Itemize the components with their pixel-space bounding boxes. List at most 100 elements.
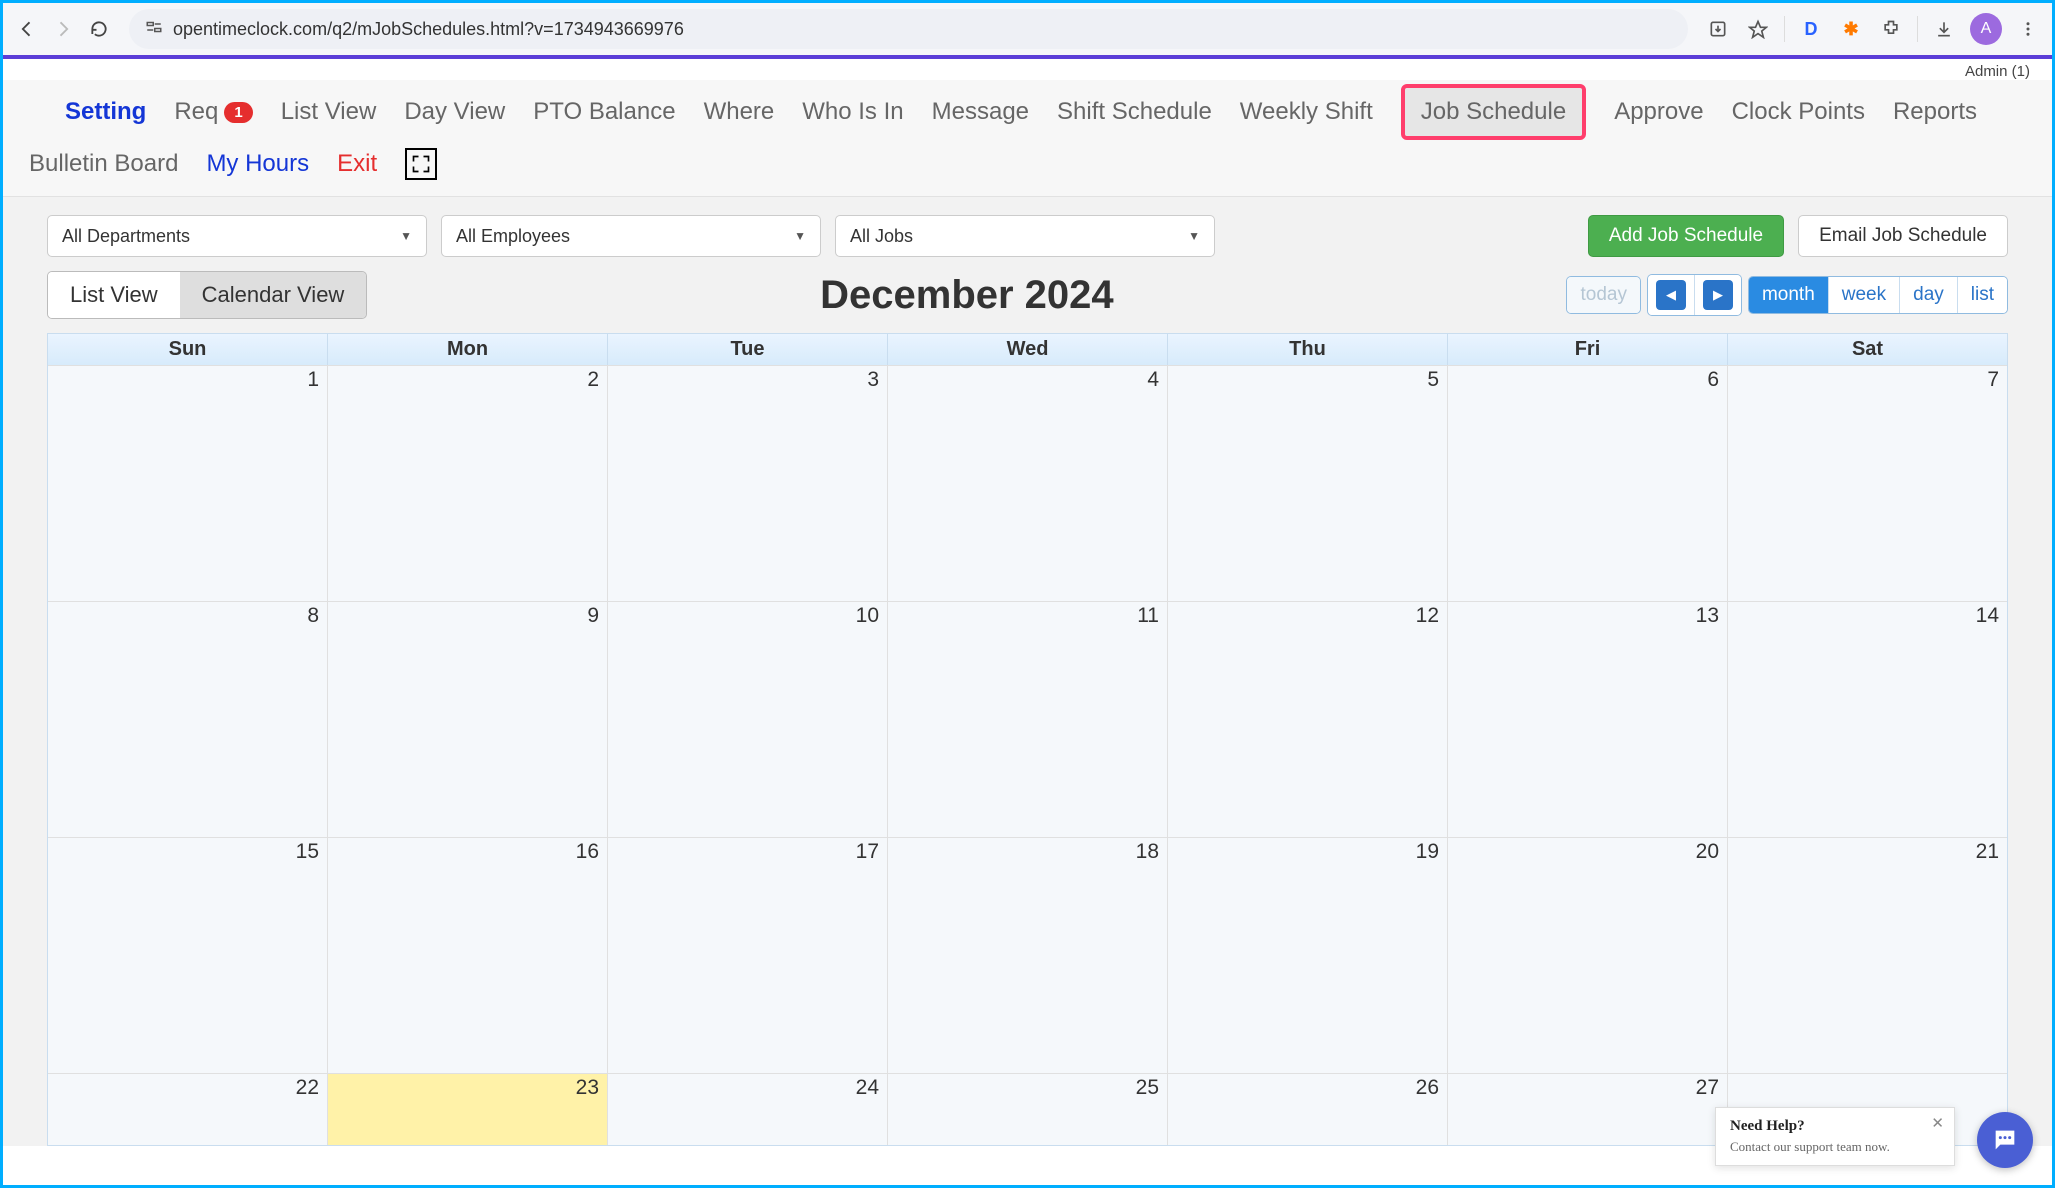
help-subtitle: Contact our support team now.: [1730, 1139, 1940, 1155]
main-nav: Setting Req 1 List View Day View PTO Bal…: [3, 80, 2052, 142]
nav-clock[interactable]: Clock Points: [1732, 98, 1865, 126]
nav-reports[interactable]: Reports: [1893, 98, 1977, 126]
calendar-row: 1 234 56 7: [48, 365, 2007, 601]
calendar-cell-number: 18: [1136, 840, 1159, 864]
calendar-cell-number: 7: [1987, 368, 1999, 392]
calendar-cell[interactable]: 26: [1168, 1073, 1448, 1145]
calendar-cell[interactable]: 14: [1728, 601, 2007, 837]
calendar-cell[interactable]: 19: [1168, 837, 1448, 1073]
calendar-cell-number: 20: [1696, 840, 1719, 864]
calendar-cell[interactable]: 17: [608, 837, 888, 1073]
content-area: All Departments ▼ All Employees ▼ All Jo…: [3, 197, 2052, 1146]
profile-avatar[interactable]: A: [1970, 13, 2002, 45]
next-button[interactable]: ▶: [1695, 275, 1741, 315]
fullscreen-icon[interactable]: [405, 148, 437, 180]
calendar-cell[interactable]: 25: [888, 1073, 1168, 1145]
download-icon[interactable]: [1930, 15, 1958, 43]
nav-day-view[interactable]: Day View: [404, 98, 505, 126]
calendar-row: 151617 18 19 20 21: [48, 837, 2007, 1073]
extension-flower-icon[interactable]: ✱: [1837, 15, 1865, 43]
calendar-cell[interactable]: 11: [888, 601, 1168, 837]
nav-job-schedule[interactable]: Job Schedule: [1401, 84, 1586, 140]
day-sun: Sun: [48, 334, 328, 365]
calendar-cell[interactable]: 21: [1728, 837, 2007, 1073]
jobs-dropdown[interactable]: All Jobs ▼: [835, 215, 1215, 257]
calendar-cell[interactable]: 20: [1448, 837, 1728, 1073]
departments-dropdown[interactable]: All Departments ▼: [47, 215, 427, 257]
calendar-cell[interactable]: 15: [48, 837, 328, 1073]
url-bar[interactable]: opentimeclock.com/q2/mJobSchedules.html?…: [129, 9, 1688, 49]
forward-button[interactable]: [49, 15, 77, 43]
calendar-cell-number: 1: [307, 368, 319, 392]
calendar-cell-number: 2: [587, 368, 599, 392]
calendar-cell[interactable]: 4: [888, 365, 1168, 601]
nav-approve[interactable]: Approve: [1614, 98, 1703, 126]
nav-weekly[interactable]: Weekly Shift: [1240, 98, 1373, 126]
close-icon[interactable]: ✕: [1931, 1114, 1944, 1132]
calendar-title: December 2024: [367, 273, 1566, 318]
menu-icon[interactable]: [2014, 15, 2042, 43]
back-button[interactable]: [13, 15, 41, 43]
calendar-cell[interactable]: 27: [1448, 1073, 1728, 1145]
calendar-cell[interactable]: 10: [608, 601, 888, 837]
chevron-right-icon: ▶: [1703, 280, 1733, 310]
calendar-row: 8 9 10 11121314: [48, 601, 2007, 837]
departments-value: All Departments: [62, 226, 190, 247]
nav-shift[interactable]: Shift Schedule: [1057, 98, 1212, 126]
reload-button[interactable]: [85, 15, 113, 43]
nav-exit[interactable]: Exit: [337, 150, 377, 178]
extensions-icon[interactable]: [1877, 15, 1905, 43]
day-button[interactable]: day: [1900, 277, 1958, 313]
today-button[interactable]: today: [1567, 277, 1639, 313]
calendar-cell-number: 22: [296, 1076, 319, 1100]
email-job-schedule-button[interactable]: Email Job Schedule: [1798, 215, 2008, 257]
calendar-cell-number: 25: [1136, 1076, 1159, 1100]
calendar-cell-number: 5: [1427, 368, 1439, 392]
calendar-view-toggle[interactable]: Calendar View: [180, 272, 367, 318]
calendar-cell[interactable]: 7: [1728, 365, 2007, 601]
add-job-schedule-button[interactable]: Add Job Schedule: [1588, 215, 1784, 257]
list-view-toggle[interactable]: List View: [48, 272, 180, 318]
month-button[interactable]: month: [1749, 277, 1829, 313]
calendar-cell[interactable]: 12: [1168, 601, 1448, 837]
install-icon[interactable]: [1704, 15, 1732, 43]
nav-my-hours[interactable]: My Hours: [206, 150, 309, 178]
calendar-cell[interactable]: 1: [48, 365, 328, 601]
calendar-cell[interactable]: 23: [328, 1073, 608, 1145]
list-button[interactable]: list: [1958, 277, 2007, 313]
calendar-cell[interactable]: 2: [328, 365, 608, 601]
calendar-cell[interactable]: 16: [328, 837, 608, 1073]
calendar-row: 22 2324 25 2627: [48, 1073, 2007, 1145]
calendar-cell[interactable]: 3: [608, 365, 888, 601]
nav-message[interactable]: Message: [932, 98, 1029, 126]
employees-dropdown[interactable]: All Employees ▼: [441, 215, 821, 257]
nav-list-view[interactable]: List View: [281, 98, 377, 126]
calendar-cell[interactable]: 22: [48, 1073, 328, 1145]
divider: [1917, 16, 1918, 42]
star-icon[interactable]: [1744, 15, 1772, 43]
nav-where[interactable]: Where: [704, 98, 775, 126]
calendar-cell[interactable]: 6: [1448, 365, 1728, 601]
browser-toolbar: opentimeclock.com/q2/mJobSchedules.html?…: [3, 3, 2052, 55]
day-thu: Thu: [1168, 334, 1448, 365]
calendar-cell[interactable]: 18: [888, 837, 1168, 1073]
calendar-cell[interactable]: 5: [1168, 365, 1448, 601]
calendar-cell[interactable]: 9: [328, 601, 608, 837]
nav-bulletin[interactable]: Bulletin Board: [29, 150, 178, 178]
calendar-cell[interactable]: 24: [608, 1073, 888, 1145]
nav-who[interactable]: Who Is In: [802, 98, 903, 126]
nav-setting[interactable]: Setting: [65, 98, 146, 126]
nav-pto[interactable]: PTO Balance: [533, 98, 675, 126]
prev-button[interactable]: ◀: [1648, 275, 1695, 315]
nav-req[interactable]: Req 1: [174, 98, 252, 126]
site-settings-icon[interactable]: [145, 18, 163, 41]
calendar-cell-number: 9: [587, 604, 599, 628]
calendar-cell-number: 10: [856, 604, 879, 628]
calendar-body: 1234567891011121314151617181920212223242…: [48, 365, 2007, 1145]
week-button[interactable]: week: [1829, 277, 1900, 313]
chat-bubble-button[interactable]: [1977, 1112, 2033, 1168]
extension-d-icon[interactable]: D: [1797, 15, 1825, 43]
calendar-cell[interactable]: 13: [1448, 601, 1728, 837]
calendar-cell[interactable]: 8: [48, 601, 328, 837]
calendar-header: List View Calendar View December 2024 to…: [15, 271, 2040, 333]
